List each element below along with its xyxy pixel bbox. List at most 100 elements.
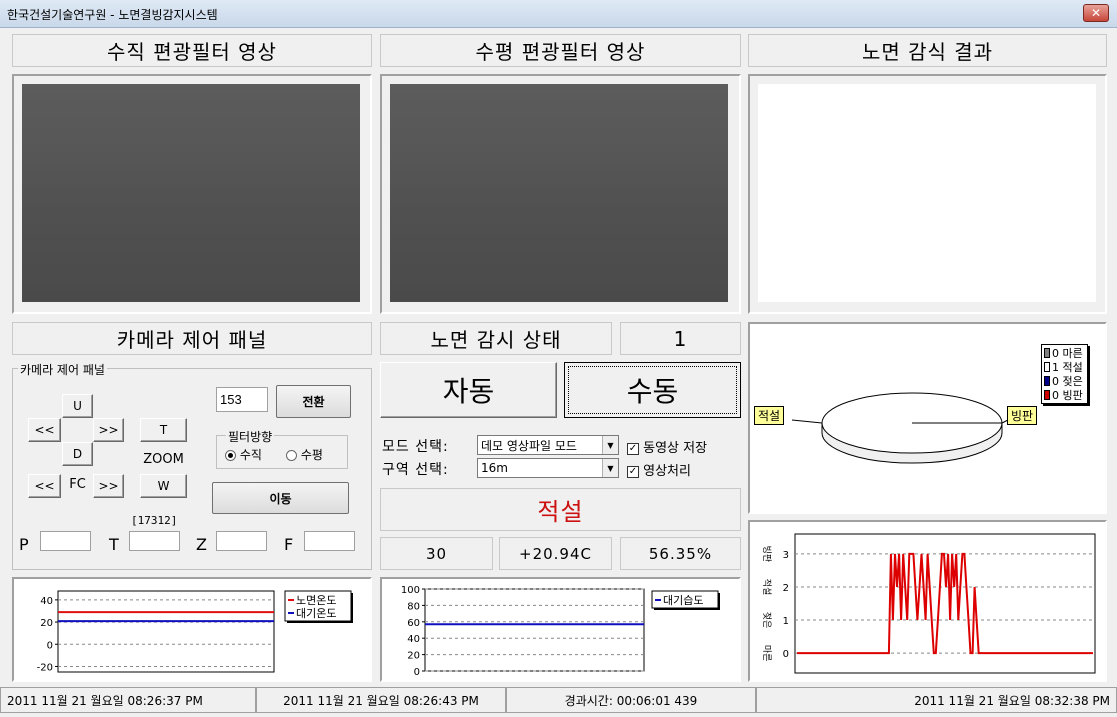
temperature-chart-panel: 40 20 0 -20 노면온도 대기온도 [12, 577, 372, 682]
checkbox-checked-icon: ✓ [627, 465, 639, 478]
y-category-label: 젖은 [761, 612, 773, 629]
ice-tag: 빙판 [1007, 406, 1038, 425]
image-processing-checkbox[interactable]: ✓ 영상처리 [627, 460, 691, 479]
status-start-time: 2011 11월 21 월요일 08:26:37 PM [0, 687, 256, 713]
zone-select-value: 16m [481, 461, 508, 475]
camera-panel-header: 카메라 제어 패널 [12, 322, 372, 355]
move-button[interactable]: 이동 [212, 482, 349, 514]
legend-label: 대기습도 [663, 594, 703, 607]
legend-label: 대기온도 [296, 607, 336, 620]
focus-far-button[interactable]: >> [93, 474, 124, 498]
focus-near-button[interactable]: << [28, 474, 61, 498]
road-result-header: 노면 감식 결과 [748, 34, 1107, 67]
preset-input[interactable] [216, 387, 268, 412]
p-value-input[interactable] [40, 531, 91, 551]
legend-swatch [1044, 376, 1050, 386]
save-video-label: 동영상 저장 [643, 441, 708, 456]
manual-mode-label: 수동 [568, 366, 737, 414]
f-label: F [284, 535, 294, 554]
checkbox-checked-icon: ✓ [627, 442, 639, 455]
status-elapsed-time: 경과시간: 00:06:01 439 [506, 687, 756, 713]
legend-label: 0 빙판 [1052, 389, 1083, 402]
radio-selected-icon [225, 450, 236, 461]
image-processing-label: 영상처리 [643, 464, 691, 479]
horizontal-view-frame [380, 74, 741, 314]
chart-legend: 대기습도 [651, 590, 720, 610]
filter-vertical-radio[interactable]: 수직 [225, 446, 262, 463]
close-button[interactable]: ✕ [1083, 4, 1109, 22]
legend-label: 노면온도 [296, 594, 336, 607]
t-value-input[interactable] [129, 531, 180, 551]
road-state-display: 적설 [380, 488, 741, 531]
z-label: Z [196, 535, 207, 554]
vertical-camera-image [22, 84, 360, 302]
p-label: P [19, 535, 29, 554]
chart-legend: 노면온도대기온도 [284, 590, 353, 623]
pan-up-button[interactable]: U [62, 394, 93, 418]
y-tick-label: 100 [401, 585, 420, 596]
y-category-label: 빙판 [761, 546, 772, 563]
focus-label: FC [69, 477, 86, 492]
vertical-view-frame [12, 74, 372, 314]
manual-mode-button[interactable]: 수동 [564, 362, 741, 418]
road-status-header: 노면 감시 상태 [380, 322, 612, 355]
radio-empty-icon [286, 450, 297, 461]
y-tick-label: 80 [407, 601, 420, 612]
mode-select-label: 모드 선택: [382, 439, 449, 455]
snow-tag: 적설 [754, 406, 785, 425]
zone-select-label: 구역 선택: [382, 462, 449, 478]
y-tick-label: -20 [37, 662, 53, 673]
state-history-panel: 3 빙판 2 적설 1 젖은 0 마른 [748, 520, 1107, 682]
y-tick-label: 20 [407, 651, 420, 662]
y-tick-label: 1 [783, 616, 789, 627]
filter-vertical-label: 수직 [239, 448, 262, 462]
window-title: 한국건설기술연구원 - 노면결빙감지시스템 [7, 8, 218, 22]
zone-select[interactable]: 16m ▼ [477, 458, 619, 478]
legend-swatch [1044, 390, 1050, 400]
humidity-chart-panel: 100 80 60 40 20 0 대기습도 [380, 577, 741, 682]
y-category-label: 적설 [761, 579, 773, 596]
horizontal-filter-header: 수평 편광필터 영상 [380, 34, 741, 67]
zoom-tele-button[interactable]: T [140, 418, 187, 442]
pan-right-button[interactable]: >> [93, 418, 124, 442]
temperature-chart: 40 20 0 -20 노면온도대기온도 [37, 590, 353, 673]
status-end-time: 2011 11월 21 월요일 08:32:38 PM [756, 687, 1117, 713]
f-value-input[interactable] [304, 531, 355, 551]
legend-item: 0 마른 [1044, 346, 1085, 360]
save-video-checkbox[interactable]: ✓ 동영상 저장 [627, 437, 707, 456]
plot-area [424, 588, 645, 672]
temperature-value: +20.94C [499, 537, 612, 570]
t-label: T [109, 535, 119, 554]
zoom-wide-button[interactable]: W [140, 474, 187, 498]
filter-direction-label: 필터방향 [226, 428, 275, 445]
result-view-frame [748, 74, 1107, 314]
chevron-down-icon: ▼ [602, 436, 618, 454]
humidity-chart: 100 80 60 40 20 0 대기습도 [401, 585, 720, 678]
state-distribution-panel: 적설 빙판 0 마른 1 적설 0 젖은 0 빙판 [748, 322, 1107, 514]
y-tick-label: 0 [783, 649, 789, 660]
y-tick-label: 2 [783, 583, 789, 594]
switch-button[interactable]: 전환 [276, 385, 351, 418]
y-tick-label: 3 [783, 550, 789, 561]
filter-horizontal-radio[interactable]: 수평 [286, 446, 323, 463]
mode-select[interactable]: 데모 영상파일 모드 ▼ [477, 435, 619, 455]
z-value-input[interactable] [216, 531, 267, 551]
status-current-time: 2011 11월 21 월요일 08:26:43 PM [256, 687, 506, 713]
filter-horizontal-label: 수평 [300, 448, 323, 462]
legend-swatch [1044, 348, 1050, 358]
state-history-chart: 3 빙판 2 적설 1 젖은 0 마른 [761, 533, 1096, 674]
legend-item: 1 적설 [1044, 360, 1085, 374]
y-tick-label: 0 [47, 640, 53, 651]
humidity-value: 56.35% [620, 537, 741, 570]
y-tick-label: 60 [407, 618, 420, 629]
y-tick-label: 0 [414, 667, 420, 678]
pan-down-button[interactable]: D [62, 442, 93, 466]
auto-mode-button[interactable]: 자동 [380, 362, 557, 418]
camera-group-label: 카메라 제어 패널 [18, 361, 107, 378]
road-status-value: 1 [620, 322, 741, 355]
pan-left-button[interactable]: << [28, 418, 61, 442]
y-tick-label: 40 [40, 596, 53, 607]
horizontal-camera-image [390, 84, 728, 302]
title-bar: 한국건설기술연구원 - 노면결빙감지시스템 ✕ [0, 0, 1117, 28]
state-legend: 0 마른 1 적설 0 젖은 0 빙판 [1041, 344, 1088, 404]
